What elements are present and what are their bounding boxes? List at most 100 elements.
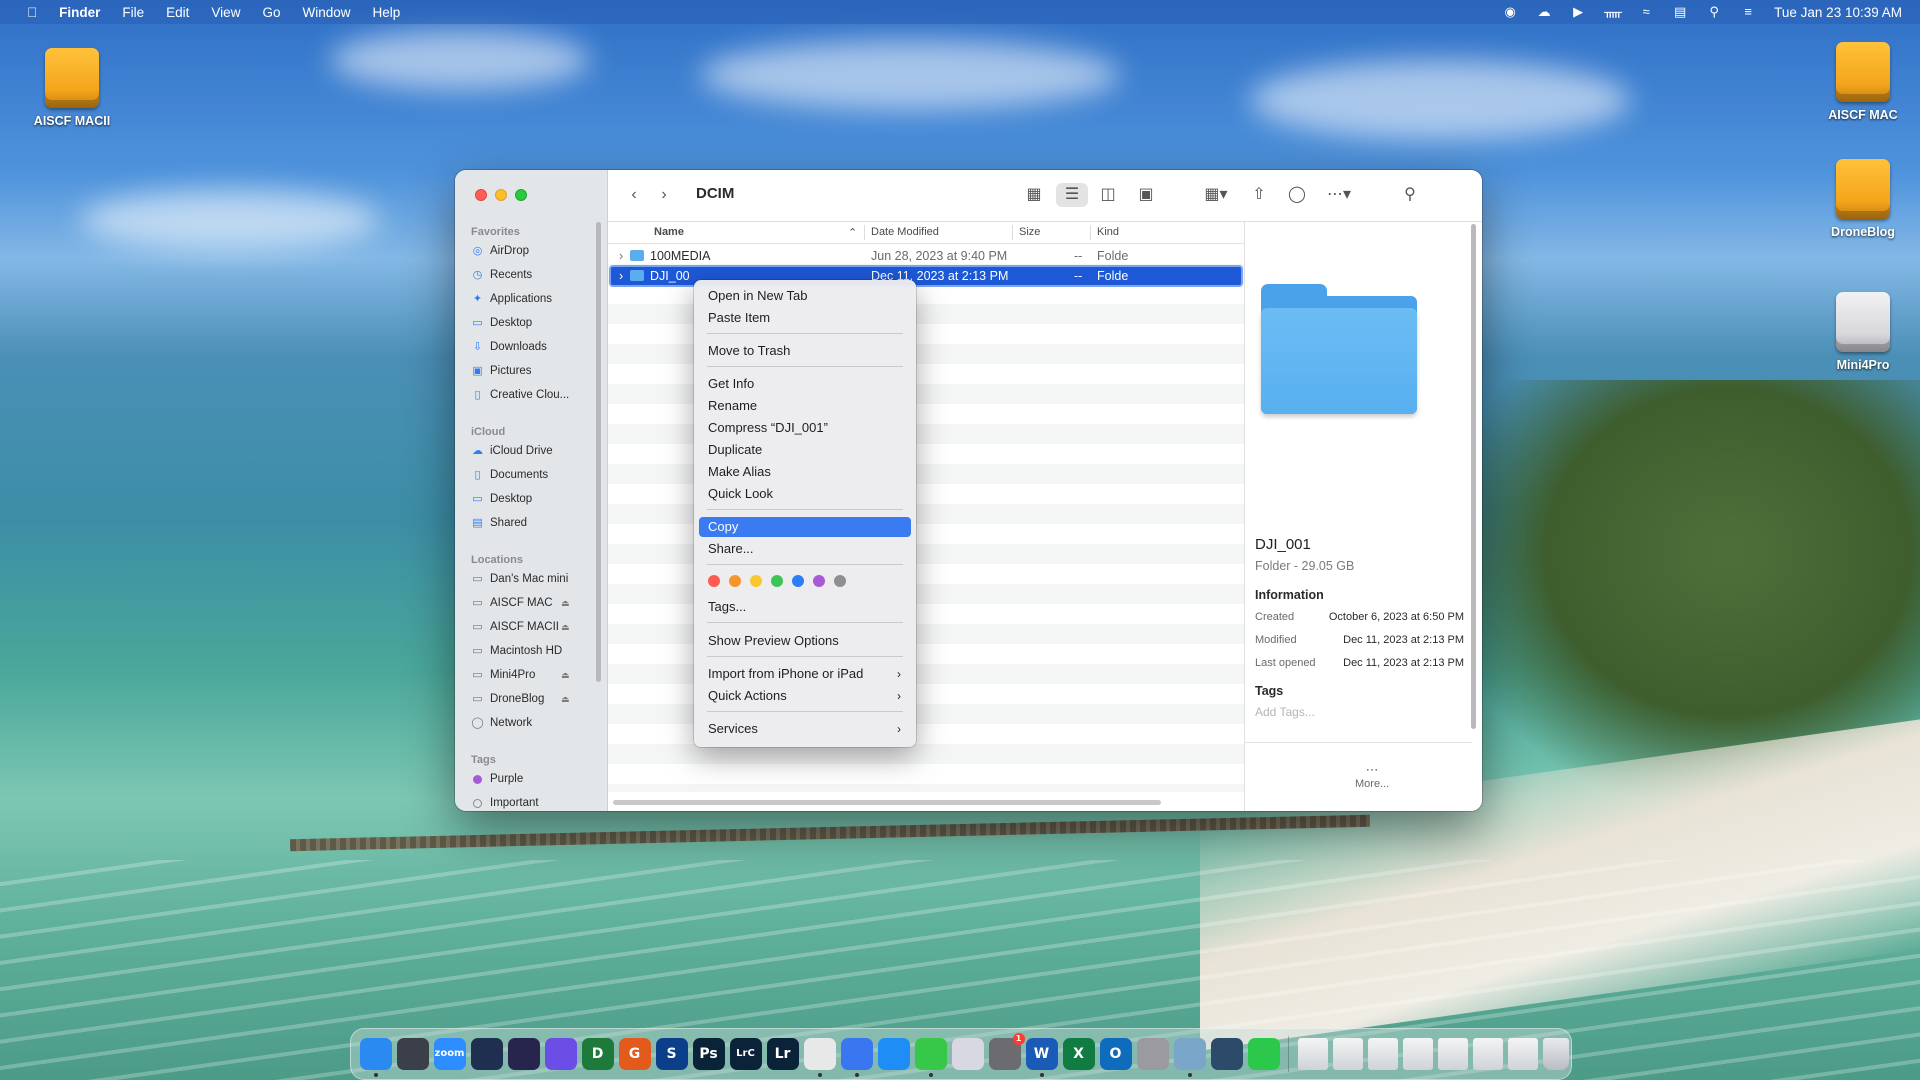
g-app-icon[interactable]: G <box>618 1038 651 1070</box>
action-menu-icon[interactable]: ⋯▾ <box>1318 183 1360 207</box>
facetime-icon[interactable] <box>1247 1038 1280 1070</box>
menu-item-import-from-iphone[interactable]: Import from iPhone or iPad › <box>699 664 911 684</box>
red-tag-dot-icon[interactable] <box>708 575 720 587</box>
trash-icon[interactable] <box>1542 1038 1569 1070</box>
icon-view-icon[interactable]: ▦ <box>1021 183 1047 207</box>
sidebar-item-macintosh-hd[interactable]: ▭ Macintosh HD <box>471 645 562 657</box>
menu-item-compress[interactable]: Compress “DJI_001” <box>699 418 911 438</box>
desktop-drive-aiscf-macii[interactable]: AISCF MACII <box>17 48 127 128</box>
sidebar-item-documents[interactable]: ▯ Documents <box>471 469 548 481</box>
menu-item-share[interactable]: Share... <box>699 539 911 559</box>
column-size[interactable]: Size <box>1019 226 1040 238</box>
more-button[interactable]: ⋯ More... <box>1355 762 1389 790</box>
desktop-drive-droneblog[interactable]: DroneBlog <box>1808 159 1918 239</box>
sidebar-item-mac-mini[interactable]: ▭ Dan's Mac mini <box>471 573 568 585</box>
menu-item-show-preview-options[interactable]: Show Preview Options <box>699 631 911 651</box>
app-store-icon[interactable] <box>877 1038 910 1070</box>
gray-tag-dot-icon[interactable] <box>834 575 846 587</box>
disclosure-triangle-icon[interactable]: › <box>619 269 623 283</box>
forward-button[interactable]: › <box>654 183 674 207</box>
zoom-icon[interactable]: zoom <box>433 1038 466 1070</box>
stack-4-icon[interactable] <box>1402 1038 1433 1070</box>
orange-tag-dot-icon[interactable] <box>729 575 741 587</box>
display-icon[interactable]: ▤ <box>1672 4 1688 20</box>
disclosure-triangle-icon[interactable]: › <box>619 249 623 263</box>
back-button[interactable]: ‹ <box>624 183 644 207</box>
menu-item-services[interactable]: Services › <box>699 719 911 739</box>
eject-icon[interactable]: ⏏ <box>561 694 570 705</box>
eject-icon[interactable]: ⏏ <box>561 622 570 633</box>
sidebar-item-applications[interactable]: ✦ Applications <box>471 293 552 305</box>
sidebar-item-aiscf-macii[interactable]: ▭ AISCF MACII ⏏ <box>471 621 591 633</box>
sidebar-item-droneblog[interactable]: ▭ DroneBlog ⏏ <box>471 693 591 705</box>
launchpad-icon[interactable] <box>951 1038 984 1070</box>
chrome-icon[interactable] <box>803 1038 836 1077</box>
stack-1-icon[interactable] <box>1297 1038 1328 1070</box>
eject-icon[interactable]: ⏏ <box>561 598 570 609</box>
add-tags-field[interactable]: Add Tags... <box>1255 705 1315 719</box>
yellow-tag-dot-icon[interactable] <box>750 575 762 587</box>
lightroom-icon[interactable]: Lr <box>766 1038 799 1070</box>
share-icon[interactable]: ⇧ <box>1248 183 1270 207</box>
finder-icon[interactable] <box>359 1038 392 1077</box>
gallery-view-icon[interactable]: ▣ <box>1132 183 1160 207</box>
sidebar-item-desktop[interactable]: ▭ Desktop <box>471 317 532 329</box>
menu-window[interactable]: Window <box>291 5 361 20</box>
sidebar-item-aiscf-mac[interactable]: ▭ AISCF MAC ⏏ <box>471 597 591 609</box>
menu-item-tags[interactable]: Tags... <box>699 597 911 617</box>
menu-item-duplicate[interactable]: Duplicate <box>699 440 911 460</box>
list-view-icon[interactable]: ☰ <box>1056 183 1088 207</box>
search-icon[interactable]: ⚲ <box>1398 183 1422 207</box>
affinity-icon[interactable] <box>470 1038 503 1070</box>
d-app-icon[interactable]: D <box>581 1038 614 1070</box>
sidebar-item-network[interactable]: ◯ Network <box>471 717 532 729</box>
minimize-window-button[interactable] <box>495 189 507 201</box>
blue-tag-dot-icon[interactable] <box>792 575 804 587</box>
play-icon[interactable]: ▶ <box>1570 4 1586 20</box>
menu-help[interactable]: Help <box>361 5 411 20</box>
purple-tag-dot-icon[interactable] <box>813 575 825 587</box>
word-icon[interactable]: W <box>1025 1038 1058 1077</box>
wifi-icon[interactable]: ≈ <box>1638 4 1654 20</box>
bluetooth-icon[interactable]: ᚅ <box>1604 4 1622 20</box>
eject-icon[interactable]: ⏏ <box>561 670 570 681</box>
menu-item-open-in-new-tab[interactable]: Open in New Tab <box>699 286 911 306</box>
menu-view[interactable]: View <box>200 5 251 20</box>
sidebar-item-recents[interactable]: ◷ Recents <box>471 269 533 281</box>
sidebar-item-mini4pro[interactable]: ▭ Mini4Pro ⏏ <box>471 669 591 681</box>
menu-file[interactable]: File <box>111 5 155 20</box>
group-by-icon[interactable]: ▦▾ <box>1196 183 1236 207</box>
stack-6-icon[interactable] <box>1472 1038 1503 1070</box>
creative-cloud-icon[interactable]: ☁ <box>1536 4 1552 20</box>
column-date-modified[interactable]: Date Modified <box>871 226 939 238</box>
column-view-icon[interactable]: ◫ <box>1095 183 1121 207</box>
menu-item-quick-actions[interactable]: Quick Actions › <box>699 686 911 706</box>
desktop-drive-mini4pro[interactable]: Mini4Pro <box>1808 292 1918 372</box>
menu-item-move-to-trash[interactable]: Move to Trash <box>699 341 911 361</box>
spotlight-search-icon[interactable]: ⚲ <box>1706 4 1722 20</box>
table-row[interactable]: › 100MEDIA Jun 28, 2023 at 9:40 PM -- Fo… <box>610 246 1242 266</box>
control-center-icon[interactable]: ≡ <box>1740 4 1756 20</box>
menu-item-make-alias[interactable]: Make Alias <box>699 462 911 482</box>
menu-item-quick-look[interactable]: Quick Look <box>699 484 911 504</box>
stack-7-icon[interactable] <box>1507 1038 1538 1070</box>
sidebar-item-pictures[interactable]: ▣ Pictures <box>471 365 531 377</box>
grammarly-icon[interactable]: ◉ <box>1502 4 1518 20</box>
dvd-player-icon[interactable] <box>1136 1038 1169 1070</box>
sidebar-item-tag-important[interactable]: Important <box>471 797 539 809</box>
menu-app-name[interactable]: Finder <box>48 5 111 20</box>
stack-3-icon[interactable] <box>1367 1038 1398 1070</box>
sidebar-item-downloads[interactable]: ⇩ Downloads <box>471 341 547 353</box>
zoom-window-button[interactable] <box>515 189 527 201</box>
sidebar-item-icloud-drive[interactable]: ☁ iCloud Drive <box>471 445 553 457</box>
preview-icon[interactable] <box>1173 1038 1206 1077</box>
sidebar-item-tag-purple[interactable]: Purple <box>471 773 523 785</box>
menu-item-paste-item[interactable]: Paste Item <box>699 308 911 328</box>
desktop-drive-aiscf-mac[interactable]: AISCF MAC <box>1808 42 1918 122</box>
column-name[interactable]: Name <box>654 226 684 238</box>
tag-icon[interactable]: ◯ <box>1286 183 1308 207</box>
apple-menu-icon[interactable]:  <box>16 5 48 20</box>
menu-go[interactable]: Go <box>251 5 291 20</box>
sidebar-item-icloud-desktop[interactable]: ▭ Desktop <box>471 493 532 505</box>
s-app-icon[interactable]: S <box>655 1038 688 1070</box>
